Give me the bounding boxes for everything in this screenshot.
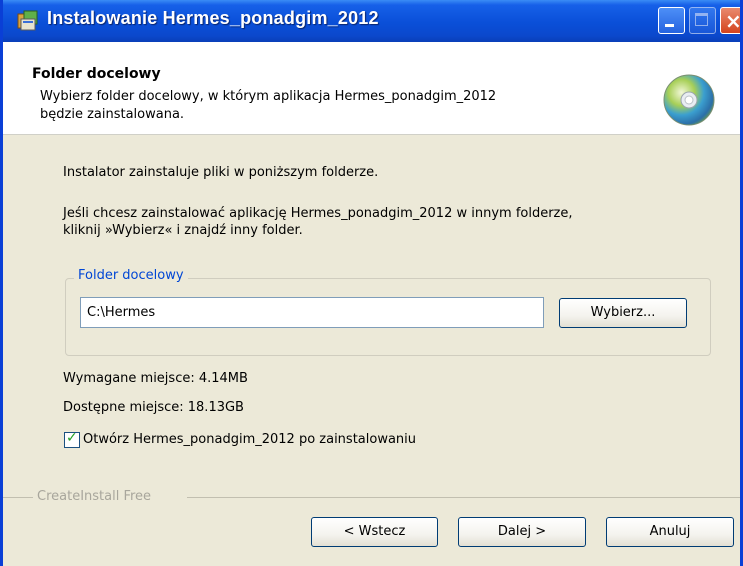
page-title: Folder docelowy <box>32 66 161 82</box>
next-button[interactable]: Dalej > <box>458 517 586 547</box>
destination-path-input[interactable] <box>80 297 544 328</box>
close-icon: × <box>725 9 742 33</box>
maximize-button[interactable] <box>689 7 716 34</box>
brand-divider-right <box>187 497 740 498</box>
back-button[interactable]: < Wstecz <box>311 517 438 547</box>
intro-text: Instalator zainstaluje pliki w poniższym… <box>63 165 379 180</box>
check-mark-icon: ✓ <box>66 430 78 446</box>
maximize-icon <box>695 13 708 26</box>
title-bar[interactable]: Instalowanie Hermes_ponadgim_2012 × <box>3 0 740 42</box>
cd-disc-icon <box>663 74 715 126</box>
close-button[interactable]: × <box>720 7 742 34</box>
required-space: Wymagane miejsce: 4.14MB <box>63 371 248 386</box>
page-description-line1: Wybierz folder docelowy, w którym aplika… <box>40 89 497 104</box>
brand-label: CreateInstall Free <box>37 489 152 504</box>
groupbox-legend: Folder docelowy <box>74 268 188 283</box>
page-description: Wybierz folder docelowy, w którym aplika… <box>40 88 660 124</box>
browse-button[interactable]: Wybierz... <box>559 298 687 328</box>
page-description-line2: będzie zainstalowana. <box>40 107 185 122</box>
launch-after-install-checkbox[interactable]: ✓ <box>64 430 80 448</box>
window-title: Instalowanie Hermes_ponadgim_2012 <box>47 8 379 28</box>
brand-divider-left <box>3 497 33 498</box>
installer-icon <box>17 10 38 31</box>
available-space: Dostępne miejsce: 18.13GB <box>63 400 244 415</box>
cancel-button[interactable]: Anuluj <box>606 517 734 547</box>
instruction-line1: Jeśli chcesz zainstalować aplikację Herm… <box>63 206 573 221</box>
launch-after-install-label[interactable]: Otwórz Hermes_ponadgim_2012 po zainstalo… <box>83 431 416 449</box>
installer-window: Instalowanie Hermes_ponadgim_2012 × Fold… <box>0 0 743 566</box>
instruction-line2: kliknij »Wybierz« i znajdź inny folder. <box>63 223 303 238</box>
minimize-icon <box>665 24 674 27</box>
minimize-button[interactable] <box>658 7 685 34</box>
